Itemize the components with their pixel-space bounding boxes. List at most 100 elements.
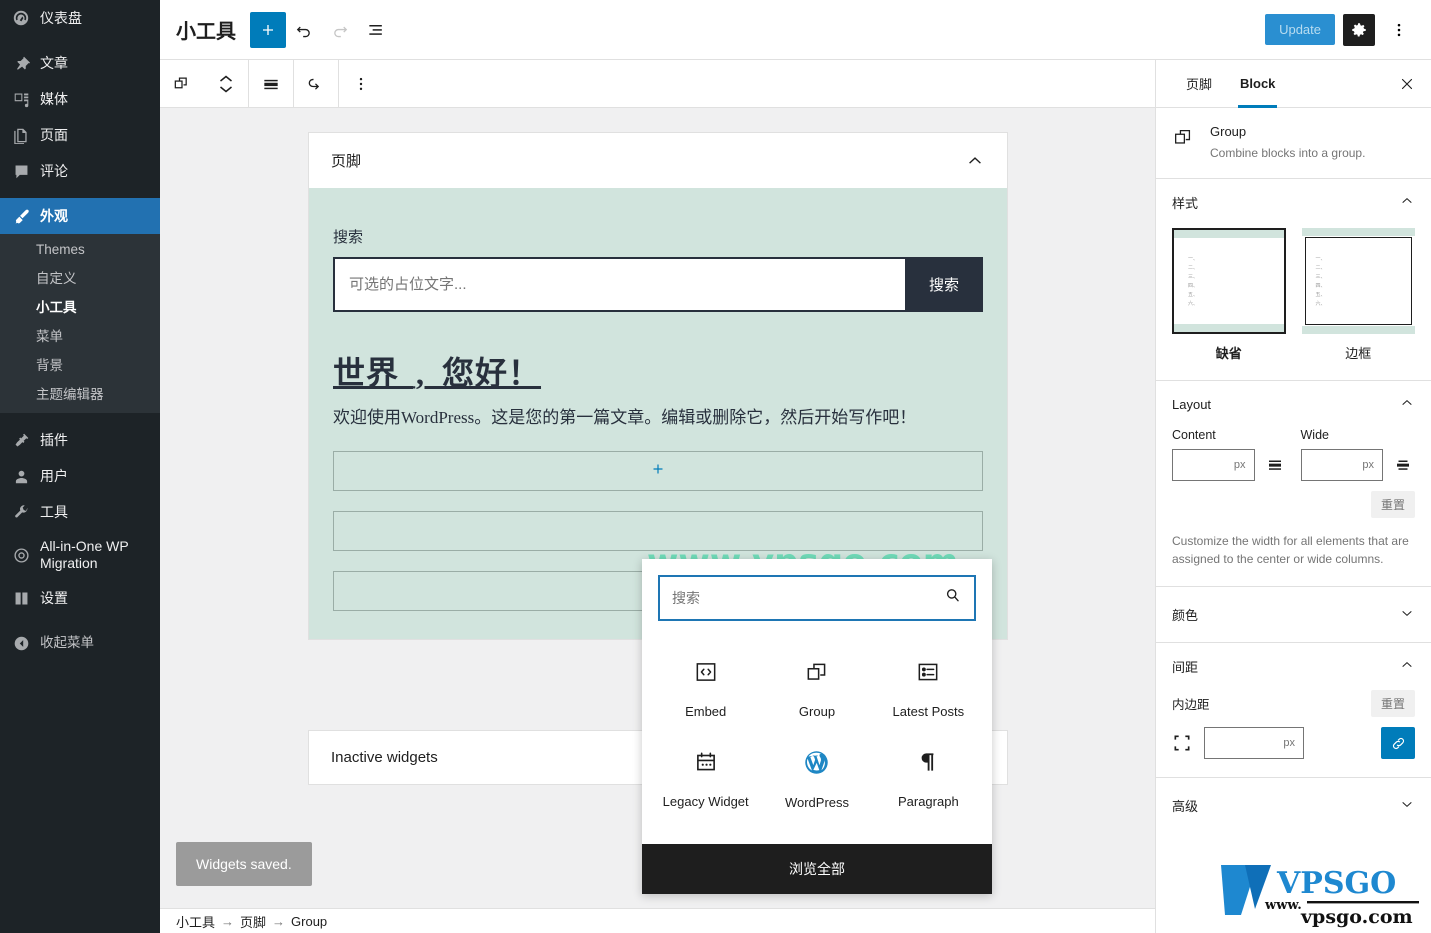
close-sidebar-button[interactable] — [1383, 60, 1431, 108]
submenu-item-themes[interactable]: Themes — [0, 235, 160, 264]
inserter-block-legacy-widget[interactable]: Legacy Widget — [650, 737, 761, 822]
inserter-block-label: Embed — [685, 704, 727, 719]
preview-line: 一、 — [1315, 255, 1326, 262]
redo-button[interactable] — [322, 12, 358, 48]
sidebar-item-users[interactable]: 用户 — [0, 458, 160, 494]
inserter-block-label: Group — [798, 704, 836, 719]
chevron-down-icon — [1399, 605, 1415, 624]
padding-controls: px — [1172, 727, 1415, 760]
menu-separator — [0, 189, 160, 198]
section-spacing-header[interactable]: 间距 — [1172, 657, 1415, 676]
submenu-item-background[interactable]: 背景 — [0, 351, 160, 380]
block-more-options-button[interactable] — [339, 60, 383, 108]
collapse-menu-button[interactable]: 收起菜单 — [0, 625, 160, 661]
inserter-block-wordpress[interactable]: WordPress — [761, 737, 872, 822]
update-button[interactable]: Update — [1265, 14, 1335, 45]
sidebar-item-tools[interactable]: 工具 — [0, 494, 160, 530]
preview-bar — [1301, 228, 1415, 237]
inserter-block-grid: Embed Group Latest Posts Legacy Widget W… — [642, 637, 992, 844]
sidebar-item-settings[interactable]: 设置 — [0, 580, 160, 616]
menu-separator — [0, 36, 160, 45]
content-width-input[interactable]: px — [1172, 449, 1255, 482]
inserter-search-input[interactable] — [672, 590, 943, 606]
empty-block-placeholder[interactable] — [333, 511, 983, 552]
padding-reset-button[interactable]: 重置 — [1370, 690, 1415, 718]
padding-input[interactable]: px — [1204, 727, 1304, 760]
submenu-item-menus[interactable]: 菜单 — [0, 322, 160, 351]
inserter-search-box[interactable] — [658, 575, 976, 621]
inserter-block-label: Paragraph — [897, 794, 959, 809]
block-toolbar — [160, 59, 1155, 108]
content-width-row: px — [1172, 449, 1287, 482]
sidebar-item-appearance[interactable]: 外观 — [0, 198, 168, 234]
menu-separator — [0, 616, 160, 625]
inserter-block-latest-posts[interactable]: Latest Posts — [873, 647, 984, 731]
tab-footer[interactable]: 页脚 — [1172, 60, 1226, 108]
style-option-bordered[interactable]: 一、 二、 三、 四、 五、 六、 边框 — [1301, 228, 1415, 362]
sidebar-item-plugins[interactable]: 插件 — [0, 422, 160, 458]
undo-arrow-icon — [296, 26, 310, 37]
heading-block[interactable]: 世界_,_您好！ — [333, 348, 983, 394]
tab-block[interactable]: Block — [1226, 60, 1289, 108]
content-width-unit: px — [1233, 459, 1246, 472]
move-up-down-button[interactable] — [204, 60, 248, 108]
wide-width-unit: px — [1362, 459, 1374, 472]
list-view-button[interactable] — [358, 12, 394, 48]
style-option-default[interactable]: 一、 二、 三、 四、 五、 六、 缺省 — [1172, 228, 1286, 362]
block-appender[interactable] — [333, 451, 983, 492]
inserter-block-embed[interactable]: Embed — [650, 647, 761, 731]
breadcrumb-item-2[interactable]: Group — [291, 914, 327, 929]
layout-reset-button[interactable]: 重置 — [1370, 491, 1415, 519]
wide-width-control: Wide px — [1300, 428, 1416, 482]
breadcrumb-item-0[interactable]: 小工具 — [176, 912, 215, 931]
page-title: 小工具 — [176, 21, 236, 43]
wide-width-toggle-icon[interactable] — [1391, 456, 1415, 474]
search-input[interactable] — [333, 257, 905, 312]
block-toolbar-group-3 — [294, 59, 339, 108]
inserter-block-paragraph[interactable]: Paragraph — [873, 737, 984, 822]
sidebar-item-pages[interactable]: 页面 — [0, 117, 160, 153]
breadcrumb-item-1[interactable]: 页脚 — [240, 912, 266, 931]
section-layout-header[interactable]: Layout — [1172, 395, 1415, 414]
submenu-item-widgets[interactable]: 小工具 — [0, 293, 160, 322]
wide-width-input[interactable]: px — [1300, 449, 1383, 482]
page-icon — [11, 125, 31, 145]
sidebar-item-comments[interactable]: 评论 — [0, 153, 160, 189]
sidebar-item-label: 用户 — [40, 468, 68, 484]
search-submit-button[interactable]: 搜索 — [904, 257, 983, 312]
undo-button[interactable] — [286, 12, 322, 48]
block-type-group-button[interactable] — [160, 60, 204, 108]
group-icon — [174, 77, 187, 88]
transform-button[interactable] — [294, 60, 338, 108]
section-styles-header[interactable]: 样式 — [1172, 193, 1415, 212]
dashboard-icon — [11, 8, 31, 28]
content-width-toggle-icon[interactable] — [1263, 456, 1287, 474]
sidebar-item-label: 媒体 — [40, 91, 68, 107]
submenu-item-theme-editor[interactable]: 主题编辑器 — [0, 380, 160, 409]
sidebar-item-dashboard[interactable]: 仪表盘 — [0, 0, 160, 36]
sidebar-item-posts[interactable]: 文章 — [0, 45, 160, 81]
link-sides-button[interactable] — [1381, 727, 1415, 760]
inserter-block-group[interactable]: Group — [761, 647, 872, 731]
preview-lines: 一、 二、 三、 四、 五、 六、 — [1315, 244, 1326, 318]
section-colors-header[interactable]: 颜色 — [1172, 605, 1415, 624]
section-advanced-header[interactable]: 高级 — [1172, 796, 1415, 815]
browse-all-button[interactable]: 浏览全部 — [642, 844, 992, 894]
add-block-button[interactable] — [250, 11, 286, 48]
sidebar-item-label: 页面 — [40, 127, 68, 143]
padding-label: 内边距 — [1172, 698, 1210, 713]
paragraph-block[interactable]: 欢迎使用WordPress。这是您的第一篇文章。编辑或删除它，然后开始写作吧！ — [333, 404, 983, 431]
preview-line: 六、 — [1315, 300, 1326, 307]
layout-help-text: Customize the width for all elements tha… — [1172, 534, 1409, 567]
sidebar-item-label: 评论 — [40, 163, 68, 179]
align-button[interactable] — [249, 60, 293, 108]
sidebar-item-media[interactable]: 媒体 — [0, 81, 160, 117]
more-options-button[interactable] — [1383, 14, 1415, 46]
submenu-item-customize[interactable]: 自定义 — [0, 264, 160, 293]
style-preview-default: 一、 二、 三、 四、 五、 六、 — [1172, 228, 1286, 335]
editor-header: 小工具 Update — [160, 0, 1431, 60]
sidebar-item-all-in-one-wp-migration[interactable]: All-in-One WP Migration — [0, 530, 160, 580]
settings-gear-button[interactable] — [1343, 13, 1375, 46]
widget-area-header[interactable]: 页脚 — [309, 133, 1007, 188]
chevron-up-icon[interactable] — [965, 151, 985, 171]
